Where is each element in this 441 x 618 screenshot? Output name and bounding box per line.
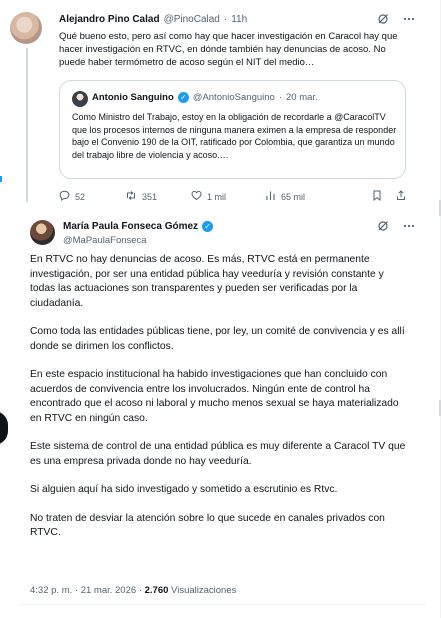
bookmark-icon[interactable]	[372, 190, 382, 204]
separator: ·	[223, 14, 228, 25]
reply-tweet-text: Qué bueno esto, pero así como hay que ha…	[59, 31, 398, 68]
reply-button[interactable]: 52	[59, 190, 125, 204]
quoted-author-name: Antonio Sanguino	[92, 92, 174, 103]
separator: ·	[74, 585, 79, 596]
like-icon	[191, 190, 202, 204]
author-handle[interactable]: @PinoCalad	[164, 14, 220, 25]
tweet-thread: Alejandro Pino Calad @PinoCalad · 11h Qu…	[0, 0, 441, 618]
main-tweet-author: María Paula Fonseca Gómez ✓	[63, 221, 214, 232]
left-edge	[0, 0, 8, 618]
main-tweet-text: En RTVC no hay denuncias de acoso. Es má…	[30, 253, 406, 555]
more-icon[interactable]	[403, 13, 415, 25]
views-button[interactable]: 65 mil	[265, 190, 351, 204]
tweet-date[interactable]: 21 mar. 2026	[81, 585, 136, 596]
separator: ·	[138, 585, 142, 596]
tweet-paragraph: Si alguien aquí ha sido investigado y so…	[30, 484, 338, 495]
views-count: 2.760	[144, 585, 169, 596]
main-tweet-menu	[377, 220, 415, 232]
reply-tweet-actions: 52 351 1 mil 65 mil	[59, 190, 406, 204]
quoted-tweet-text: Como Ministro del Trabajo, estoy en la o…	[72, 112, 397, 160]
tweet-paragraph: En RTVC no hay denuncias de acoso. Es má…	[30, 254, 384, 309]
reply-icon	[59, 190, 70, 204]
share-icon[interactable]	[396, 190, 406, 204]
like-button[interactable]: 1 mil	[191, 190, 265, 204]
reply-count: 52	[75, 192, 86, 202]
more-icon[interactable]	[403, 220, 415, 232]
reply-tweet-header: Alejandro Pino Calad @PinoCalad · 11h	[59, 14, 247, 25]
repost-count: 351	[142, 192, 158, 202]
like-count: 1 mil	[207, 192, 227, 202]
avatar[interactable]	[10, 12, 42, 44]
quoted-tweet-header: Antonio Sanguino ✓ @AntonioSanguino · 20…	[92, 92, 318, 103]
grok-icon[interactable]	[377, 13, 389, 25]
author-name[interactable]: Alejandro Pino Calad	[59, 14, 160, 25]
tweet-time[interactable]: 4:32 p. m.	[30, 585, 72, 596]
tweet-paragraph: Como toda las entidades públicas tiene, …	[30, 326, 405, 352]
quoted-date: 20 mar.	[285, 92, 318, 103]
repost-icon	[125, 190, 137, 204]
reply-tweet-menu	[377, 13, 415, 25]
repost-button[interactable]: 351	[125, 190, 191, 204]
tweet-extra-actions	[372, 190, 406, 204]
quoted-author-handle: @AntonioSanguino	[192, 92, 275, 103]
views-count: 65 mil	[281, 192, 306, 202]
separator: ·	[278, 92, 282, 103]
tweet-paragraph: Este sistema de control de una entidad p…	[30, 441, 406, 467]
quoted-tweet-card[interactable]: Antonio Sanguino ✓ @AntonioSanguino · 20…	[59, 80, 406, 179]
left-edge-marker	[0, 176, 4, 182]
author-handle[interactable]: @MaPaulaFonseca	[63, 235, 147, 246]
thread-connector-line	[26, 48, 28, 202]
tweet-time[interactable]: 11h	[231, 14, 247, 25]
views-label: Visualizaciones	[171, 585, 237, 596]
tweet-metadata: 4:32 p. m. · 21 mar. 2026 · 2.760 Visual…	[30, 585, 236, 596]
tweet-paragraph: En este espacio institucional ha habido …	[30, 369, 399, 424]
divider	[20, 604, 426, 605]
tweet-paragraph: No traten de desviar la atención sobre l…	[30, 512, 385, 539]
grok-icon[interactable]	[377, 220, 389, 232]
verified-badge-icon: ✓	[202, 221, 214, 232]
views-icon	[265, 190, 276, 204]
avatar	[72, 91, 88, 107]
avatar[interactable]	[30, 220, 55, 245]
author-name[interactable]: María Paula Fonseca Gómez	[63, 221, 198, 232]
verified-badge-icon: ✓	[177, 92, 189, 103]
